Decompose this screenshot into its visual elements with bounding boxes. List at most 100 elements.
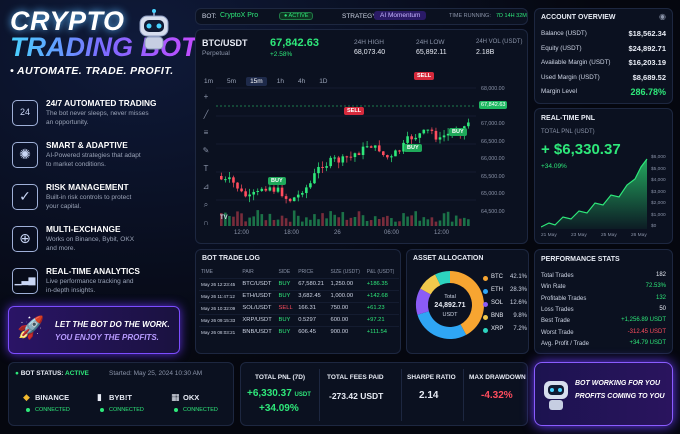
legend-item: XRP 7.2%	[483, 326, 527, 339]
exchange-binance[interactable]: ◆ BINANCE CONNECTED	[23, 391, 93, 419]
measure-tool-icon[interactable]: ⊿	[200, 178, 212, 196]
timeframe-tab-1D[interactable]: 1D	[315, 77, 331, 86]
candle-body	[361, 146, 365, 156]
time-axis: 12:00 18:00 26 06:00 12:00	[216, 230, 476, 240]
pnl-x-tick: 26 May	[631, 233, 647, 238]
sell-signal[interactable]: SELL	[344, 107, 365, 115]
fib-tool-icon[interactable]: ≡	[200, 124, 212, 142]
volume-bar	[333, 214, 336, 226]
feature-title: REAL-TIME ANALYTICS	[46, 266, 140, 276]
exchange-bybit[interactable]: ▮ BYB!T CONNECTED	[97, 391, 167, 419]
line-tool-icon[interactable]: ╱	[200, 106, 212, 124]
legend-item: SOL 12.6%	[483, 300, 527, 313]
perf-row: Win Rate 72.53%	[541, 283, 666, 293]
trade-log-cell: May 26 12:23:45	[201, 281, 236, 287]
perf-key: Profitable Trades	[541, 295, 587, 302]
zoom-tool-icon[interactable]: ⌕	[200, 196, 212, 214]
sell-signal[interactable]: SELL	[414, 72, 435, 80]
volume-bar	[337, 217, 341, 226]
eye-icon[interactable]: ◉	[659, 12, 666, 21]
volume-bar	[369, 220, 373, 226]
exchange-state: CONNECTED	[35, 407, 70, 413]
candle-body	[414, 137, 417, 140]
perf-title: PERFORMANCE STATS	[541, 256, 620, 263]
trade-log-table: TIME PAIR SIDE PRICE SIZE (USDT) P&L (USDT) Ma…	[199, 266, 399, 338]
text-tool-icon[interactable]: T	[200, 160, 212, 178]
pair-name[interactable]: BTC/USDT	[202, 38, 248, 48]
feature-title: SMART & ADAPTIVE	[46, 140, 128, 150]
buy-signal[interactable]: BUY	[449, 128, 467, 136]
trade-log-cell: 3,682.45	[298, 293, 321, 299]
cta-line2: PROFITS COMING TO YOU	[575, 393, 665, 400]
trade-log-cell: 166.31	[298, 305, 316, 311]
table-row[interactable]: May 26 08:03:21 BNB/USDT BUY 606.45 900.00 +1…	[199, 326, 399, 338]
trade-log-cell: BUY	[278, 317, 291, 323]
trade-log-cell: BUY	[278, 293, 291, 299]
table-row[interactable]: May 26 10:32:09 SOL/USDT SELL 166.31 750.00 +…	[199, 302, 399, 314]
legend-name: BNB	[491, 313, 504, 319]
table-row[interactable]: May 26 09:15:33 XRP/USDT BUY 0.5297 600.00 +9…	[199, 314, 399, 326]
started-at: Started: May 25, 2024 10:30 AM	[109, 370, 203, 377]
volume-bar	[280, 215, 284, 226]
volume-bar	[264, 220, 268, 226]
timeframe-tab-1h[interactable]: 1h	[273, 77, 288, 86]
time-tick: 12:00	[234, 230, 250, 236]
volume-bar	[353, 216, 357, 226]
volume-bar	[454, 215, 458, 226]
tradingview-logo-icon: TV	[220, 215, 228, 221]
volume-bar	[309, 219, 312, 226]
legend-swatch	[483, 289, 488, 294]
timeframe-tab-4h[interactable]: 4h	[294, 77, 309, 86]
trade-log-cell: 67,580.21	[298, 281, 324, 287]
candle-body	[305, 187, 308, 194]
volume-bar	[256, 210, 260, 226]
feature-title: 24/7 AUTOMATED TRADING	[46, 98, 157, 108]
table-row[interactable]: May 26 12:23:45 BTC/USDT BUY 67,580.21 1,250…	[199, 278, 399, 290]
crosshair-tool-icon[interactable]: +	[200, 88, 212, 106]
trade-log-cell: +186.35	[366, 281, 388, 287]
low-value: 65,892.11	[416, 49, 447, 56]
okx-logo-icon: ▦	[171, 392, 180, 402]
volume-bar	[292, 210, 296, 226]
timeframe-tab-5m[interactable]: 5m	[223, 77, 240, 86]
volume-bar	[426, 219, 430, 226]
trade-log-cell: SELL	[278, 305, 293, 311]
buy-signal[interactable]: BUY	[404, 144, 422, 152]
trade-log-header-cell: SIZE (USDT)	[330, 268, 360, 275]
feature-item: ⊕ MULTI-EXCHANGE Works on Binance, Bybit, …	[12, 224, 180, 264]
sharpe-value: 2.14	[419, 390, 439, 401]
analytics-icon: ▁▃▆	[12, 268, 38, 294]
price-tick: 65,000.00	[481, 191, 505, 197]
magnet-tool-icon[interactable]: ∩	[200, 214, 212, 232]
candle-body	[373, 145, 377, 148]
volume-bar	[458, 218, 462, 226]
trade-log-header-cell: PRICE	[298, 268, 314, 275]
legend-name: SOL	[491, 300, 504, 306]
exchange-okx[interactable]: ▦ OKX CONNECTED	[171, 391, 241, 419]
candle-body	[309, 183, 312, 188]
table-row[interactable]: May 26 11:47:12 ETH/USDT BUY 3,682.45 1,000.…	[199, 290, 399, 302]
volume-bar	[418, 220, 422, 226]
dashboard-root: CRYPTO TRADING BOT • AUTOMATE. TRADE. PR…	[0, 0, 680, 434]
pair-type: Perpetual	[202, 50, 230, 57]
candle-body	[252, 191, 255, 195]
trade-log-title: BOT TRADE LOG	[202, 255, 260, 262]
volume-bar	[434, 221, 438, 226]
candle-body	[410, 136, 413, 140]
total-pnl-amount: +6,330.37	[247, 388, 292, 399]
strategy-select[interactable]: AI Momentum	[374, 11, 427, 20]
feature-desc-line: and more.	[46, 245, 76, 252]
brush-tool-icon[interactable]: ✎	[200, 142, 212, 160]
timeframe-tab-15m[interactable]: 15m	[246, 77, 267, 86]
timeframe-tab-1m[interactable]: 1m	[200, 77, 217, 86]
divider	[463, 369, 464, 421]
fees-label: TOTAL FEES PAID	[327, 374, 384, 381]
volume-bar	[357, 211, 361, 226]
robot-mascot-icon	[134, 8, 174, 50]
volume-bar	[276, 219, 280, 226]
time-tick: 06:00	[384, 230, 400, 236]
buy-signal[interactable]: BUY	[268, 177, 286, 185]
perf-row: Profitable Trades 132	[541, 295, 666, 305]
candle-body	[337, 157, 341, 163]
cta-banner[interactable]: BOT WORKING FOR YOU PROFITS COMING TO YO…	[534, 362, 673, 426]
